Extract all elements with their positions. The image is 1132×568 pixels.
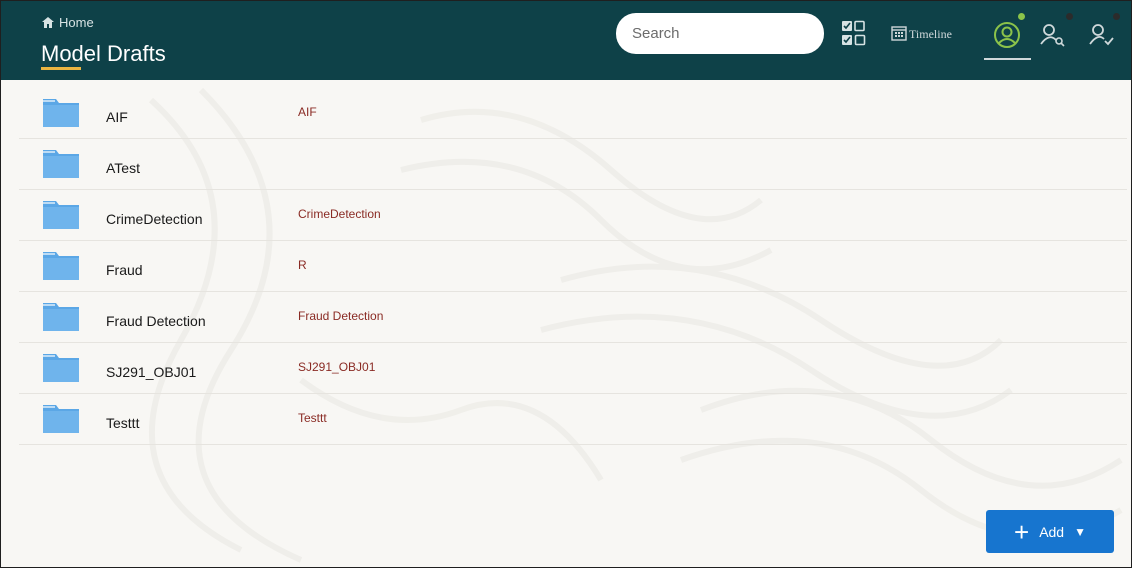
draft-name: SJ291_OBJ01	[106, 364, 197, 380]
active-tab-underline	[984, 58, 1031, 60]
page-title: Model Drafts	[41, 41, 166, 66]
list-item[interactable]: ATest	[19, 139, 1127, 190]
folder-icon	[43, 303, 79, 331]
draft-name: Testtt	[106, 415, 140, 431]
list-item[interactable]: AIF AIF	[19, 88, 1127, 139]
breadcrumb-label: Home	[59, 15, 94, 30]
draft-description: Fraud Detection	[298, 309, 384, 323]
folder-icon	[43, 99, 79, 127]
user-search-icon[interactable]	[1039, 22, 1067, 48]
add-button-label: Add	[1039, 523, 1065, 540]
draft-name: CrimeDetection	[106, 211, 203, 227]
home-icon	[42, 17, 54, 28]
folder-icon	[43, 201, 79, 229]
plus-icon: +	[1014, 516, 1030, 547]
draft-name: AIF	[106, 109, 128, 125]
draft-description: AIF	[298, 105, 317, 119]
draft-name: Fraud	[106, 262, 143, 278]
title-underline	[41, 67, 81, 70]
draft-name: ATest	[106, 160, 140, 176]
list-item[interactable]: Fraud Detection Fraud Detection	[19, 292, 1127, 343]
list-item[interactable]: Fraud R	[19, 241, 1127, 292]
draft-description: SJ291_OBJ01	[298, 360, 376, 374]
notification-dot	[1066, 13, 1073, 20]
drafts-content: AIF AIF ATest CrimeDetection CrimeDetect…	[1, 80, 1131, 567]
timeline-label[interactable]: Timeline	[909, 27, 952, 42]
folder-icon	[43, 405, 79, 433]
list-item[interactable]: SJ291_OBJ01 SJ291_OBJ01	[19, 343, 1127, 394]
draft-description: CrimeDetection	[298, 207, 381, 221]
status-dot-online	[1018, 13, 1025, 20]
draft-description: Testtt	[298, 411, 327, 425]
draft-description: R	[298, 258, 307, 272]
draft-name: Fraud Detection	[106, 313, 206, 329]
drafts-list: AIF AIF ATest CrimeDetection CrimeDetect…	[19, 88, 1127, 445]
breadcrumb-home[interactable]: Home	[41, 15, 94, 30]
add-button[interactable]: + Add ▼	[986, 510, 1114, 553]
top-header: Home Model Drafts Timeline	[1, 1, 1131, 80]
caret-down-icon: ▼	[1074, 524, 1086, 539]
search-input[interactable]	[616, 13, 824, 54]
notification-dot	[1113, 13, 1120, 20]
user-circle-icon[interactable]	[993, 21, 1021, 49]
grid-view-icon[interactable]	[841, 20, 867, 47]
folder-icon	[43, 252, 79, 280]
user-check-icon[interactable]	[1088, 22, 1116, 48]
calendar-icon[interactable]	[891, 25, 907, 41]
list-item[interactable]: CrimeDetection CrimeDetection	[19, 190, 1127, 241]
list-item[interactable]: Testtt Testtt	[19, 394, 1127, 445]
folder-icon	[43, 150, 79, 178]
folder-icon	[43, 354, 79, 382]
app-window: Home Model Drafts Timeline	[0, 0, 1132, 568]
